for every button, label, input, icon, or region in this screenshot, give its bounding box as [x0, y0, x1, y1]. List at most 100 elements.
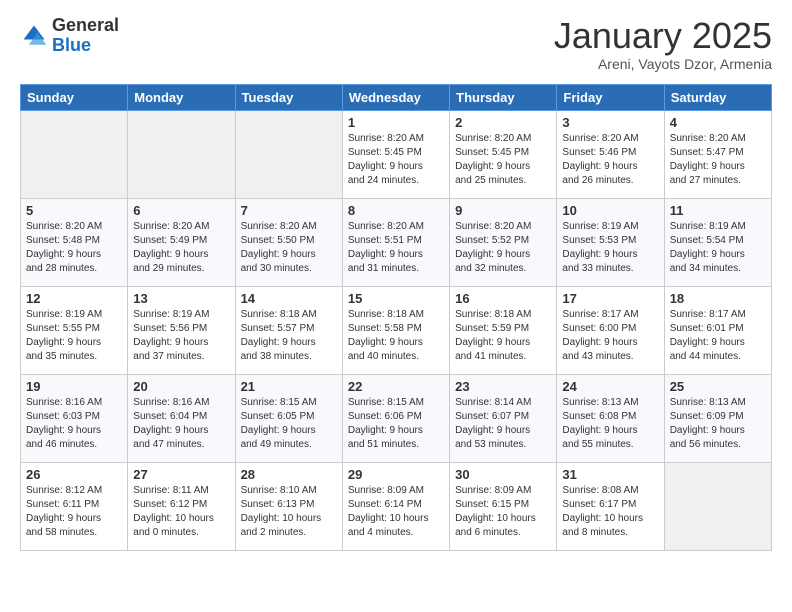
calendar-cell: 6 Sunrise: 8:20 AM Sunset: 5:49 PM Daylig…: [128, 198, 235, 286]
calendar-cell: [128, 110, 235, 198]
calendar-cell: [235, 110, 342, 198]
day-info: Sunrise: 8:20 AM Sunset: 5:52 PM Dayligh…: [455, 220, 551, 276]
calendar-cell: 8 Sunrise: 8:20 AM Sunset: 5:51 PM Daylig…: [342, 198, 449, 286]
day-number: 9: [455, 203, 551, 218]
month-title: January 2025: [554, 16, 772, 56]
calendar-cell: [664, 462, 771, 550]
calendar-cell: 10 Sunrise: 8:19 AM Sunset: 5:53 PM Dayli…: [557, 198, 664, 286]
logo-general: General: [52, 16, 119, 36]
day-info: Sunrise: 8:20 AM Sunset: 5:51 PM Dayligh…: [348, 220, 444, 276]
day-info: Sunrise: 8:18 AM Sunset: 5:58 PM Dayligh…: [348, 308, 444, 364]
calendar-cell: 9 Sunrise: 8:20 AM Sunset: 5:52 PM Daylig…: [450, 198, 557, 286]
day-number: 14: [241, 291, 337, 306]
weekday-header-saturday: Saturday: [664, 84, 771, 110]
day-info: Sunrise: 8:16 AM Sunset: 6:04 PM Dayligh…: [133, 396, 229, 452]
calendar-cell: 29Sunrise: 8:09 AM Sunset: 6:14 PM Dayli…: [342, 462, 449, 550]
day-number: 7: [241, 203, 337, 218]
calendar-cell: 16Sunrise: 8:18 AM Sunset: 5:59 PM Dayli…: [450, 286, 557, 374]
day-number: 27: [133, 467, 229, 482]
calendar-cell: 2 Sunrise: 8:20 AM Sunset: 5:45 PM Daylig…: [450, 110, 557, 198]
day-number: 4: [670, 115, 766, 130]
weekday-header-wednesday: Wednesday: [342, 84, 449, 110]
day-info: Sunrise: 8:18 AM Sunset: 5:57 PM Dayligh…: [241, 308, 337, 364]
day-info: Sunrise: 8:20 AM Sunset: 5:48 PM Dayligh…: [26, 220, 122, 276]
weekday-header-monday: Monday: [128, 84, 235, 110]
day-number: 6: [133, 203, 229, 218]
calendar-cell: 21Sunrise: 8:15 AM Sunset: 6:05 PM Dayli…: [235, 374, 342, 462]
day-info: Sunrise: 8:12 AM Sunset: 6:11 PM Dayligh…: [26, 484, 122, 540]
calendar-table: SundayMondayTuesdayWednesdayThursdayFrid…: [20, 84, 772, 551]
calendar-cell: 31 Sunrise: 8:08 AM Sunset: 6:17 PM Dayli…: [557, 462, 664, 550]
title-area: January 2025 Areni, Vayots Dzor, Armenia: [554, 16, 772, 72]
calendar-week-4: 19 Sunrise: 8:16 AM Sunset: 6:03 PM Dayli…: [21, 374, 772, 462]
calendar-cell: 12Sunrise: 8:19 AM Sunset: 5:55 PM Dayli…: [21, 286, 128, 374]
day-info: Sunrise: 8:20 AM Sunset: 5:49 PM Dayligh…: [133, 220, 229, 276]
logo-icon: [20, 22, 48, 50]
day-number: 18: [670, 291, 766, 306]
day-number: 26: [26, 467, 122, 482]
day-info: Sunrise: 8:19 AM Sunset: 5:56 PM Dayligh…: [133, 308, 229, 364]
calendar-week-5: 26 Sunrise: 8:12 AM Sunset: 6:11 PM Dayli…: [21, 462, 772, 550]
day-info: Sunrise: 8:14 AM Sunset: 6:07 PM Dayligh…: [455, 396, 551, 452]
calendar-cell: 3Sunrise: 8:20 AM Sunset: 5:46 PM Daylig…: [557, 110, 664, 198]
calendar-cell: 25Sunrise: 8:13 AM Sunset: 6:09 PM Dayli…: [664, 374, 771, 462]
day-info: Sunrise: 8:20 AM Sunset: 5:50 PM Dayligh…: [241, 220, 337, 276]
day-number: 8: [348, 203, 444, 218]
calendar-cell: 24 Sunrise: 8:13 AM Sunset: 6:08 PM Dayli…: [557, 374, 664, 462]
day-number: 3: [562, 115, 658, 130]
calendar-cell: 18Sunrise: 8:17 AM Sunset: 6:01 PM Dayli…: [664, 286, 771, 374]
day-number: 2: [455, 115, 551, 130]
calendar-cell: 1Sunrise: 8:20 AM Sunset: 5:45 PM Daylig…: [342, 110, 449, 198]
header: General Blue January 2025 Areni, Vayots …: [20, 16, 772, 72]
day-number: 17: [562, 291, 658, 306]
day-info: Sunrise: 8:19 AM Sunset: 5:53 PM Dayligh…: [562, 220, 658, 276]
calendar-cell: 22 Sunrise: 8:15 AM Sunset: 6:06 PM Dayli…: [342, 374, 449, 462]
day-info: Sunrise: 8:17 AM Sunset: 6:00 PM Dayligh…: [562, 308, 658, 364]
calendar-cell: 19 Sunrise: 8:16 AM Sunset: 6:03 PM Dayli…: [21, 374, 128, 462]
calendar-cell: 26 Sunrise: 8:12 AM Sunset: 6:11 PM Dayli…: [21, 462, 128, 550]
day-info: Sunrise: 8:09 AM Sunset: 6:15 PM Dayligh…: [455, 484, 551, 540]
day-number: 19: [26, 379, 122, 394]
calendar-cell: 30 Sunrise: 8:09 AM Sunset: 6:15 PM Dayli…: [450, 462, 557, 550]
day-number: 22: [348, 379, 444, 394]
day-info: Sunrise: 8:19 AM Sunset: 5:54 PM Dayligh…: [670, 220, 766, 276]
calendar-cell: 17 Sunrise: 8:17 AM Sunset: 6:00 PM Dayli…: [557, 286, 664, 374]
day-number: 1: [348, 115, 444, 130]
day-number: 29: [348, 467, 444, 482]
calendar-week-3: 12Sunrise: 8:19 AM Sunset: 5:55 PM Dayli…: [21, 286, 772, 374]
calendar-cell: 7 Sunrise: 8:20 AM Sunset: 5:50 PM Daylig…: [235, 198, 342, 286]
weekday-header-thursday: Thursday: [450, 84, 557, 110]
day-number: 30: [455, 467, 551, 482]
day-info: Sunrise: 8:16 AM Sunset: 6:03 PM Dayligh…: [26, 396, 122, 452]
day-number: 10: [562, 203, 658, 218]
day-info: Sunrise: 8:10 AM Sunset: 6:13 PM Dayligh…: [241, 484, 337, 540]
day-info: Sunrise: 8:08 AM Sunset: 6:17 PM Dayligh…: [562, 484, 658, 540]
day-number: 11: [670, 203, 766, 218]
weekday-header-friday: Friday: [557, 84, 664, 110]
logo-text: General Blue: [52, 16, 119, 56]
day-number: 15: [348, 291, 444, 306]
day-info: Sunrise: 8:20 AM Sunset: 5:47 PM Dayligh…: [670, 132, 766, 188]
day-info: Sunrise: 8:15 AM Sunset: 6:06 PM Dayligh…: [348, 396, 444, 452]
calendar-cell: 28 Sunrise: 8:10 AM Sunset: 6:13 PM Dayli…: [235, 462, 342, 550]
calendar-week-2: 5Sunrise: 8:20 AM Sunset: 5:48 PM Daylig…: [21, 198, 772, 286]
day-info: Sunrise: 8:15 AM Sunset: 6:05 PM Dayligh…: [241, 396, 337, 452]
location-subtitle: Areni, Vayots Dzor, Armenia: [554, 56, 772, 72]
day-number: 31: [562, 467, 658, 482]
page: General Blue January 2025 Areni, Vayots …: [0, 0, 792, 612]
day-info: Sunrise: 8:18 AM Sunset: 5:59 PM Dayligh…: [455, 308, 551, 364]
weekday-header-row: SundayMondayTuesdayWednesdayThursdayFrid…: [21, 84, 772, 110]
calendar-cell: 15 Sunrise: 8:18 AM Sunset: 5:58 PM Dayli…: [342, 286, 449, 374]
day-number: 24: [562, 379, 658, 394]
calendar-cell: [21, 110, 128, 198]
day-info: Sunrise: 8:13 AM Sunset: 6:08 PM Dayligh…: [562, 396, 658, 452]
weekday-header-tuesday: Tuesday: [235, 84, 342, 110]
day-info: Sunrise: 8:20 AM Sunset: 5:45 PM Dayligh…: [455, 132, 551, 188]
calendar-cell: 13Sunrise: 8:19 AM Sunset: 5:56 PM Dayli…: [128, 286, 235, 374]
day-number: 28: [241, 467, 337, 482]
day-number: 23: [455, 379, 551, 394]
day-number: 12: [26, 291, 122, 306]
calendar-week-1: 1 Sunrise: 8:20 AM Sunset: 5:45 PM Daylig…: [21, 110, 772, 198]
day-info: Sunrise: 8:11 AM Sunset: 6:12 PM Dayligh…: [133, 484, 229, 540]
calendar-cell: 5Sunrise: 8:20 AM Sunset: 5:48 PM Daylig…: [21, 198, 128, 286]
